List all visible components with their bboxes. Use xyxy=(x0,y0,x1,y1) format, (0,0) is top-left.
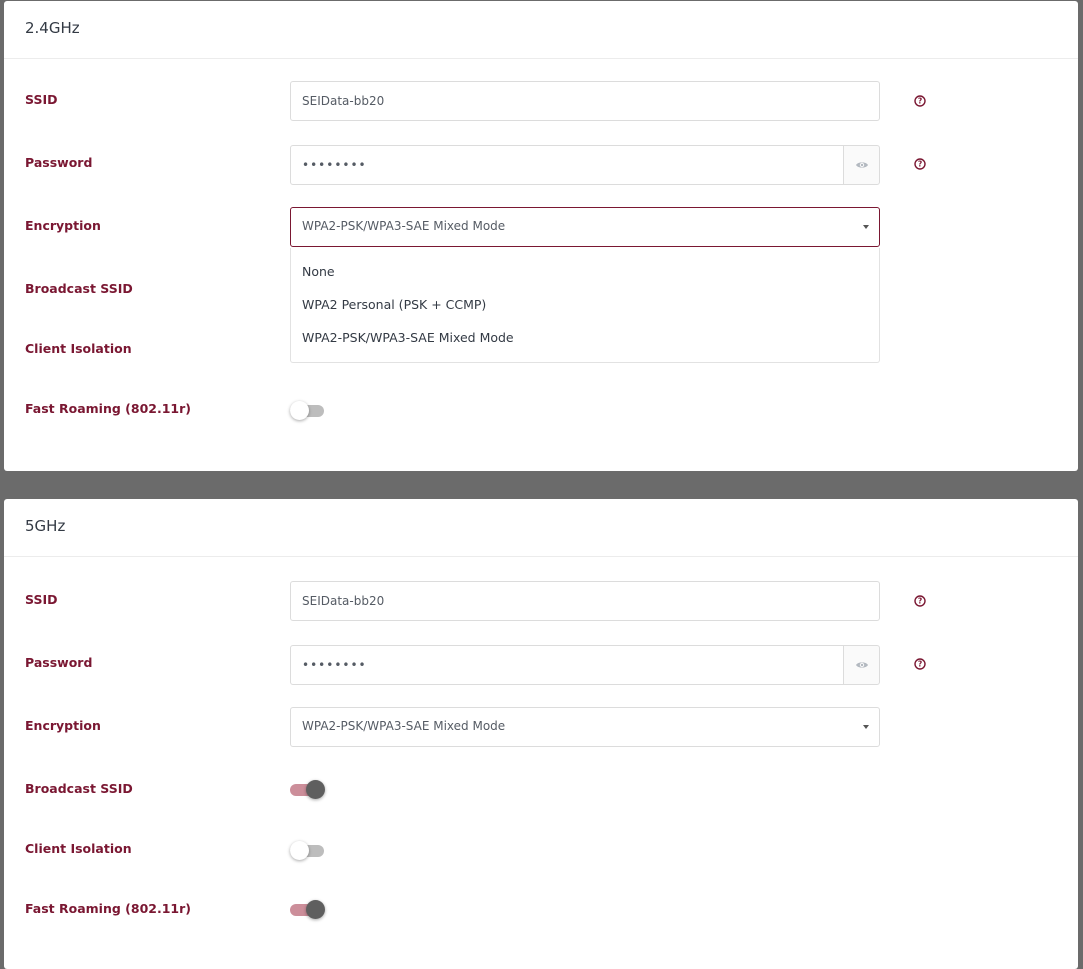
client-isolation-label: Client Isolation xyxy=(25,841,132,856)
dropdown-option[interactable]: WPA2 Personal (PSK + CCMP) xyxy=(302,297,486,312)
svg-text:?: ? xyxy=(918,597,922,606)
band-panel-5ghz: 5GHz SSID ? Password ? Encryption WPA2-P… xyxy=(4,499,1078,969)
toggle-knob xyxy=(290,401,309,420)
password-label: Password xyxy=(25,155,93,170)
question-circle-icon[interactable]: ? xyxy=(914,158,926,170)
eye-icon xyxy=(855,662,868,668)
show-password-button[interactable] xyxy=(843,645,880,685)
show-password-button[interactable] xyxy=(843,145,880,185)
toggle-knob xyxy=(306,780,325,799)
caret-down-icon xyxy=(863,725,869,729)
broadcast-ssid-label: Broadcast SSID xyxy=(25,781,133,796)
broadcast-ssid-toggle[interactable] xyxy=(290,779,326,801)
fast-roaming-label: Fast Roaming (802.11r) xyxy=(25,401,191,416)
password-group xyxy=(290,145,880,185)
svg-text:?: ? xyxy=(918,160,922,169)
panel-header: 2.4GHz xyxy=(4,1,1078,59)
band-panel-2-4ghz: 2.4GHz SSID ? Password ? Encryption WPA2… xyxy=(4,1,1078,471)
dropdown-option[interactable]: WPA2-PSK/WPA3-SAE Mixed Mode xyxy=(302,330,514,345)
ssid-input[interactable] xyxy=(290,81,880,121)
ssid-input[interactable] xyxy=(290,581,880,621)
encryption-selected-value: WPA2-PSK/WPA3-SAE Mixed Mode xyxy=(302,219,506,233)
question-circle-icon[interactable]: ? xyxy=(914,95,926,107)
password-label: Password xyxy=(25,655,93,670)
ssid-label: SSID xyxy=(25,92,58,107)
password-group xyxy=(290,645,880,685)
encryption-selected-value: WPA2-PSK/WPA3-SAE Mixed Mode xyxy=(302,719,506,733)
fast-roaming-label: Fast Roaming (802.11r) xyxy=(25,901,191,916)
caret-down-icon xyxy=(863,225,869,229)
encryption-dropdown-menu: None WPA2 Personal (PSK + CCMP) WPA2-PSK… xyxy=(290,248,880,363)
fast-roaming-toggle[interactable] xyxy=(290,899,326,921)
panel-title: 2.4GHz xyxy=(25,19,80,37)
question-circle-icon[interactable]: ? xyxy=(914,595,926,607)
toggle-knob xyxy=(290,841,309,860)
panel-title: 5GHz xyxy=(25,517,66,535)
encryption-select[interactable]: WPA2-PSK/WPA3-SAE Mixed Mode xyxy=(290,207,880,247)
panel-header: 5GHz xyxy=(4,499,1078,557)
password-input[interactable] xyxy=(290,145,844,185)
question-circle-icon[interactable]: ? xyxy=(914,658,926,670)
dropdown-option[interactable]: None xyxy=(302,264,335,279)
client-isolation-toggle[interactable] xyxy=(290,840,326,862)
fast-roaming-toggle[interactable] xyxy=(290,400,326,422)
svg-text:?: ? xyxy=(918,97,922,106)
encryption-select[interactable]: WPA2-PSK/WPA3-SAE Mixed Mode xyxy=(290,707,880,747)
ssid-label: SSID xyxy=(25,592,58,607)
client-isolation-label: Client Isolation xyxy=(25,341,132,356)
encryption-label: Encryption xyxy=(25,218,101,233)
encryption-label: Encryption xyxy=(25,718,101,733)
broadcast-ssid-label: Broadcast SSID xyxy=(25,281,133,296)
svg-text:?: ? xyxy=(918,660,922,669)
password-input[interactable] xyxy=(290,645,844,685)
toggle-knob xyxy=(306,900,325,919)
eye-icon xyxy=(855,162,868,168)
